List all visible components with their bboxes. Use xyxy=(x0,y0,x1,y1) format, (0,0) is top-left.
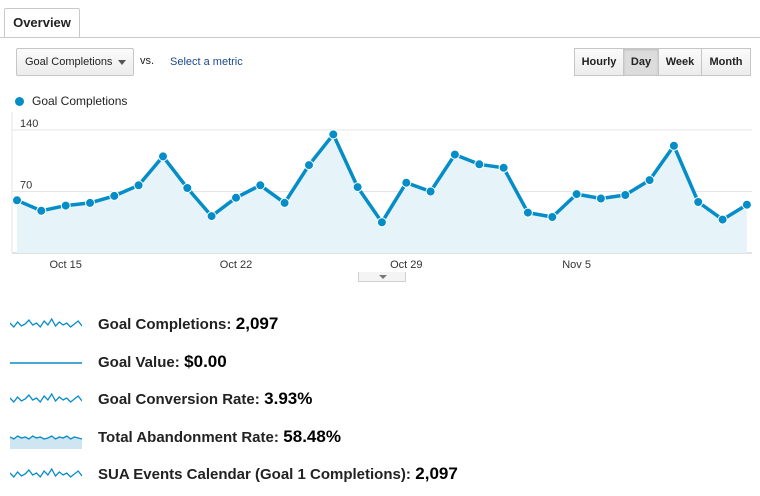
metric-select-label: Goal Completions xyxy=(25,56,113,68)
hourly-button[interactable]: Hourly xyxy=(574,48,624,76)
data-point xyxy=(133,180,144,191)
granularity-buttons: Hourly Day Week Month xyxy=(574,48,751,76)
data-point xyxy=(595,193,606,204)
data-point xyxy=(231,192,241,203)
data-point xyxy=(425,186,436,197)
data-point xyxy=(693,197,704,207)
caret-down-icon xyxy=(379,275,387,279)
data-point xyxy=(206,211,217,222)
data-point xyxy=(741,199,752,210)
data-point xyxy=(449,149,460,160)
data-point xyxy=(571,189,582,200)
x-tick-label: Oct 15 xyxy=(49,259,81,271)
metric-label: Goal Conversion Rate: xyxy=(98,391,260,408)
data-point xyxy=(279,197,290,208)
legend-series-label: Goal Completions xyxy=(32,94,128,108)
select-metric-link[interactable]: Select a metric xyxy=(170,56,243,68)
metric-label: Total Abandonment Rate: xyxy=(98,428,279,446)
metric-label: SUA Events Calendar (Goal 1 Completions)… xyxy=(98,466,411,483)
data-point xyxy=(620,190,631,200)
x-tick-label: Oct 29 xyxy=(390,259,422,271)
data-point xyxy=(12,195,22,206)
metric-select[interactable]: Goal Completions xyxy=(16,48,134,76)
month-button[interactable]: Month xyxy=(701,48,751,76)
data-point xyxy=(474,159,485,170)
data-point xyxy=(255,180,266,191)
data-point xyxy=(522,207,533,218)
metric-value: 2,097 xyxy=(415,464,458,483)
sparkline-path xyxy=(10,392,82,404)
y-tick-label: 70 xyxy=(20,180,32,192)
week-button[interactable]: Week xyxy=(658,48,702,76)
data-point xyxy=(109,190,120,201)
data-point xyxy=(85,197,95,208)
data-point xyxy=(158,151,168,162)
metric-label: Goal Value: xyxy=(98,353,180,371)
data-point xyxy=(182,183,193,193)
tab-bar: Overview xyxy=(0,0,760,38)
metric-value: 58.48% xyxy=(283,426,341,446)
data-point xyxy=(644,175,655,186)
tab-overview[interactable]: Overview xyxy=(4,8,80,37)
chart-legend: Goal Completions xyxy=(15,94,127,108)
data-point xyxy=(401,177,412,188)
metric-value: 3.93% xyxy=(264,389,313,408)
data-point xyxy=(304,160,314,171)
data-point xyxy=(328,129,339,140)
y-tick-label: 140 xyxy=(20,118,38,130)
data-point xyxy=(376,217,387,228)
data-point xyxy=(36,205,47,216)
data-point xyxy=(498,162,509,173)
sparkline-icon xyxy=(10,467,82,479)
x-tick-label: Oct 22 xyxy=(220,259,252,271)
metric-value: 2,097 xyxy=(235,314,279,333)
chevron-down-icon xyxy=(118,60,126,65)
data-point xyxy=(717,214,728,225)
data-point xyxy=(547,212,558,222)
data-point xyxy=(352,182,363,193)
sparkline-icon xyxy=(10,317,82,329)
series-area xyxy=(17,134,747,253)
x-tick-label: Nov 5 xyxy=(562,259,591,271)
data-point xyxy=(668,140,679,151)
sparkline-path xyxy=(10,467,82,479)
sparkline-icon xyxy=(10,434,82,449)
metric-value: $0.00 xyxy=(184,351,227,371)
goal-completions-chart[interactable]: 140 70 Oct 15 Oct 22 Oct 29 Nov 5 xyxy=(0,112,760,272)
data-point xyxy=(60,200,71,211)
day-button[interactable]: Day xyxy=(623,48,659,76)
legend-dot-icon xyxy=(15,97,24,106)
metric-label: Goal Completions: xyxy=(98,316,232,333)
chart-resize-handle[interactable] xyxy=(358,272,406,282)
vs-label: vs. xyxy=(140,55,155,67)
sparkline-path xyxy=(10,317,82,329)
sparkline-icon xyxy=(10,361,82,364)
sparkline-icon xyxy=(10,392,82,404)
